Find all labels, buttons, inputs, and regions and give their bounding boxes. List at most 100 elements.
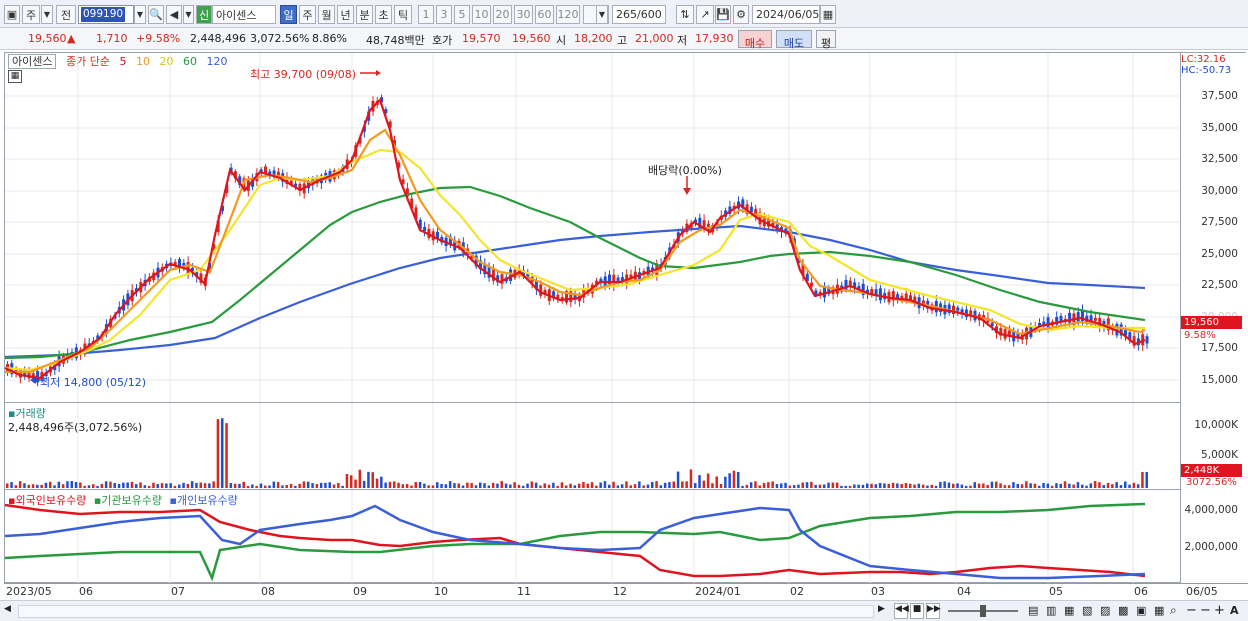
volume-bar [1141, 472, 1144, 488]
scroll-right-icon[interactable]: ▶ [878, 604, 890, 618]
volume-bar [878, 482, 882, 488]
y-label: 30,000 [1201, 185, 1238, 197]
volume-bar [405, 484, 409, 488]
candle-body [423, 226, 427, 232]
volume-bar [956, 483, 959, 488]
volume-bar [479, 482, 482, 488]
volume-axis-label: 5,000K [1201, 449, 1238, 461]
y-label: 35,000 [1201, 122, 1238, 134]
x-label: 2023/05 [6, 585, 52, 598]
holding-legend: ▪외국인보유수량 ▪기관보유수량 ▪개인보유수량 [8, 492, 238, 508]
volume-bar [775, 484, 779, 488]
volume-bar [681, 481, 684, 488]
volume-bar [23, 483, 26, 488]
volume-bar [1102, 485, 1105, 488]
chart-svg [4, 53, 1179, 583]
volume-bar [827, 482, 830, 488]
grid-icon[interactable]: ▦ [1064, 604, 1074, 617]
bottom-navigation: ◀ ▶ ◀◀ ■ ▶▶ ▤ ▥ ▦ ▧ ▨ ▩ ▣ ▦ ⌕ − − + A [0, 600, 1248, 621]
zoom-search-icon[interactable]: ⌕ [1170, 603, 1177, 618]
horizontal-scrollbar[interactable] [18, 605, 874, 618]
volume-value: 2,448,496주(3,072.56%) [8, 421, 143, 434]
legend-institution-text: 기관보유수량 [101, 494, 163, 507]
play-icon[interactable]: ▶▶ [926, 603, 941, 619]
volume-bar [500, 481, 503, 488]
volume-bar [453, 483, 456, 488]
zoom-out-icon[interactable]: − [1186, 603, 1197, 618]
volume-bar [1098, 482, 1101, 488]
volume-bar [530, 481, 534, 488]
scroll-left-icon[interactable]: ◀ [4, 604, 16, 618]
volume-bar [259, 483, 263, 488]
volume-bar [199, 482, 202, 488]
chart-type-icon[interactable]: ▤ [1028, 604, 1038, 617]
volume-bar [1003, 485, 1007, 488]
volume-bar [135, 484, 138, 488]
volume-bar [242, 481, 245, 488]
high-arrow-head [376, 70, 381, 76]
volume-bar [1038, 485, 1041, 488]
volume-bar [190, 481, 194, 488]
volume-bar [1012, 482, 1015, 488]
volume-bar [577, 483, 581, 488]
zoom-in-icon[interactable]: + [1214, 603, 1225, 618]
volume-bar [431, 485, 435, 488]
volume-bar [208, 483, 211, 488]
volume-bar [771, 481, 774, 488]
zoom-minus-icon[interactable]: − [1200, 603, 1211, 618]
volume-bar [986, 485, 989, 488]
volume-bar [285, 484, 288, 488]
stop-icon[interactable]: ■ [910, 603, 924, 619]
volume-bar [694, 483, 697, 488]
candle-body [1046, 317, 1050, 328]
volume-bar [616, 485, 620, 488]
rewind-icon[interactable]: ◀◀ [894, 603, 909, 619]
volume-bar [1042, 483, 1045, 488]
chart-type-icon-2[interactable]: ▥ [1046, 604, 1056, 617]
volume-bar [92, 484, 95, 488]
candle-body [1145, 336, 1149, 344]
font-size-icon[interactable]: A [1230, 604, 1239, 617]
volume-bar [883, 483, 886, 488]
volume-bar [487, 485, 491, 488]
volume-bar [380, 476, 383, 488]
volume-bar [573, 485, 577, 488]
volume-bar [999, 483, 1002, 488]
volume-bar [401, 484, 405, 488]
volume-bar [926, 485, 929, 488]
volume-bar [586, 483, 589, 488]
layout-icon-3[interactable]: ▩ [1118, 604, 1128, 617]
zoom-slider-handle[interactable] [980, 605, 986, 617]
foreign-holding-line [4, 503, 1146, 578]
layout-icon-2[interactable]: ▨ [1100, 604, 1110, 617]
holding-panel-separator [4, 489, 1246, 490]
volume-bar [823, 484, 826, 488]
holding-axis-label: 2,000,000 [1184, 541, 1238, 553]
volume-bar [1046, 483, 1050, 488]
volume-bar [18, 481, 22, 488]
volume-bar [539, 485, 542, 488]
volume-bar [969, 485, 972, 488]
volume-bar [36, 484, 39, 488]
low-annotation: 최저 14,800 (05/12) [40, 376, 147, 389]
volume-bar [358, 469, 362, 488]
volume-bar [517, 484, 521, 488]
volume-bar [642, 485, 645, 488]
volume-bar [1093, 481, 1097, 488]
volume-bar [728, 473, 731, 488]
y-label: 32,500 [1201, 153, 1238, 165]
legend-foreign: ▪외국인보유수량 [8, 494, 87, 507]
volume-bar [371, 472, 374, 488]
volume-bar [319, 482, 323, 488]
volume-bar [1115, 482, 1118, 488]
volume-bar [853, 484, 856, 488]
volume-bar [1111, 484, 1114, 488]
volume-bar [982, 483, 985, 488]
volume-bar [152, 482, 155, 488]
volume-bar [182, 482, 185, 488]
layout-icon-4[interactable]: ▣ [1136, 604, 1146, 617]
layout-icon-5[interactable]: ▦ [1154, 604, 1164, 617]
layout-split-icon[interactable]: ▧ [1082, 604, 1092, 617]
volume-bar [715, 476, 718, 488]
legend-individual: ▪개인보유수량 [169, 494, 238, 507]
